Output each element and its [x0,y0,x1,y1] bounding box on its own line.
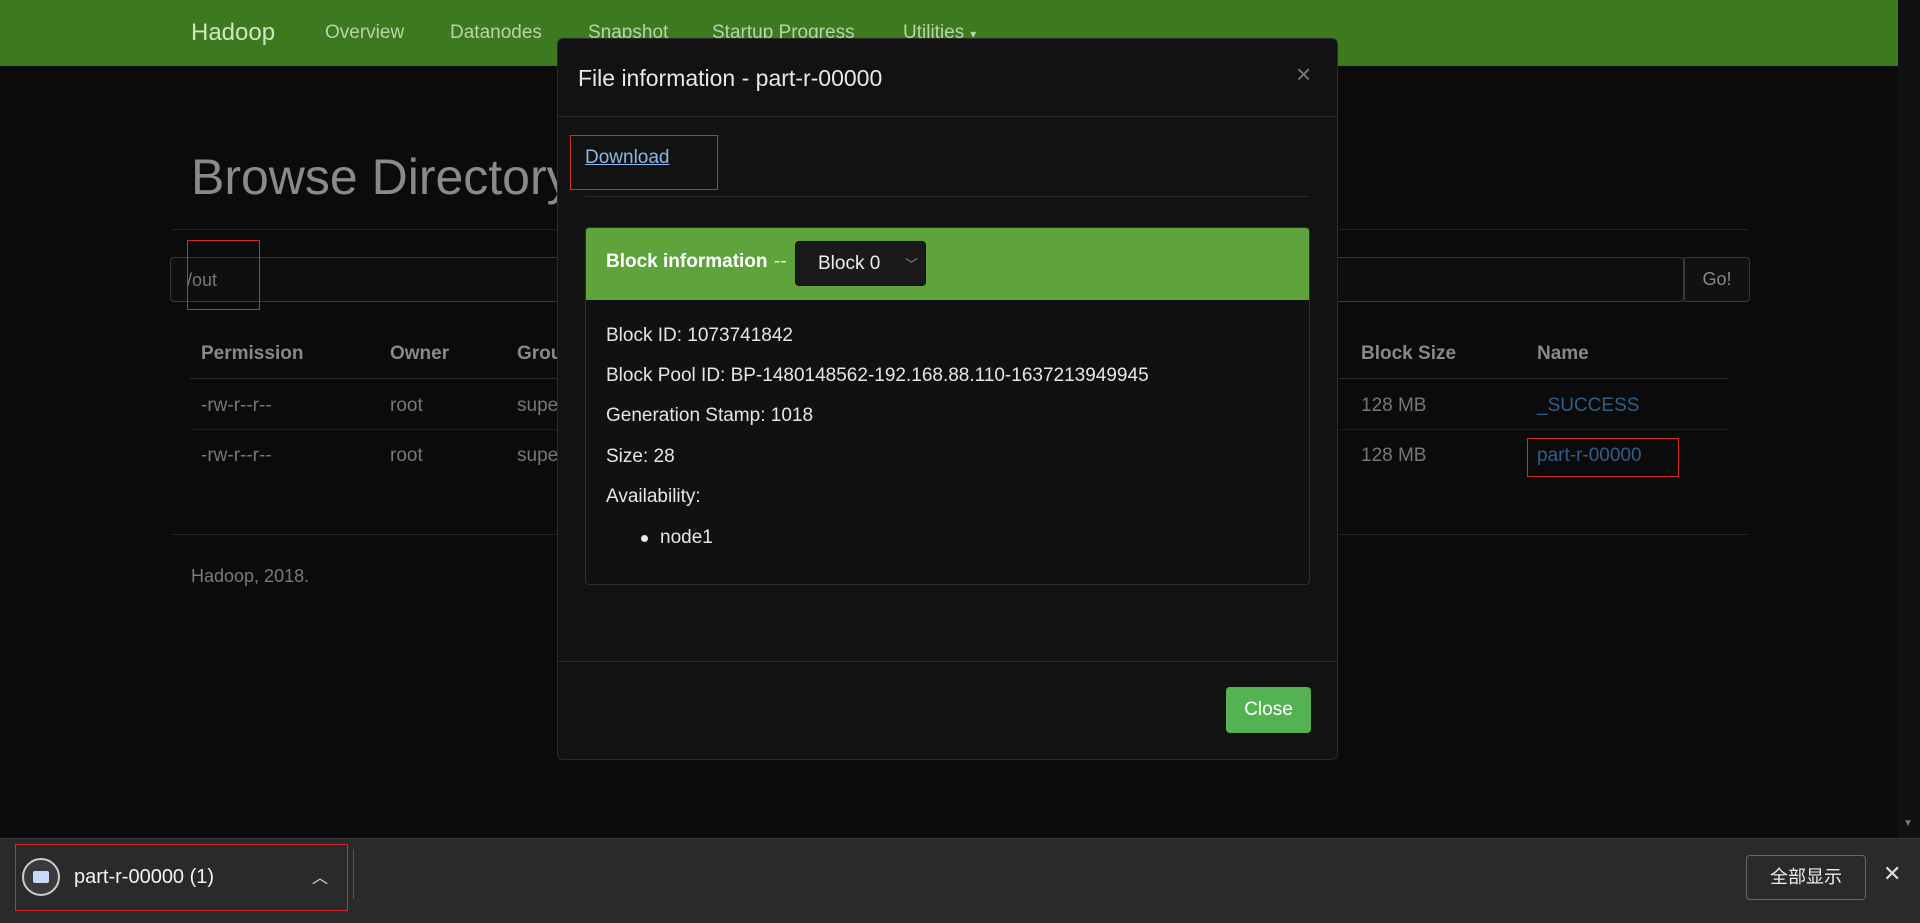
availability-node: node1 [660,527,713,548]
highlight-box-download [570,135,718,190]
hadoop-page: Hadoop Overview Datanodes Snapshot Start… [0,0,1920,838]
navbar-brand[interactable]: Hadoop [191,19,275,47]
column-header-block-size[interactable]: Block Size [1361,343,1456,365]
close-icon[interactable]: ✕ [1883,861,1901,887]
nav-item-overview[interactable]: Overview [325,22,404,44]
availability-label: Availability: [606,486,701,507]
cell-block-size: 128 MB [1361,445,1427,466]
nav-item-datanodes[interactable]: Datanodes [450,22,542,44]
close-icon[interactable]: × [1296,59,1311,90]
block-select[interactable]: Block 0 ﹀ [795,241,926,286]
cell-owner: root [390,445,423,466]
cell-group: supe [517,445,559,466]
go-button[interactable]: Go! [1684,257,1750,302]
modal-footer-divider [558,661,1337,662]
file-link-success[interactable]: _SUCCESS [1537,395,1639,417]
file-info-modal: File information - part-r-00000 × Downlo… [557,38,1338,760]
cell-owner: root [390,395,423,416]
footer-text: Hadoop, 2018. [191,566,310,586]
block-select-value: Block 0 [818,253,881,274]
download-divider [585,196,1309,197]
block-size-value: Size: 28 [606,446,675,467]
highlight-box-file [1527,438,1679,477]
block-info-header: Block information -- Block 0 ﹀ [586,228,1309,300]
block-id: Block ID: 1073741842 [606,325,793,346]
column-header-name[interactable]: Name [1537,343,1589,365]
download-bar-divider [353,849,354,899]
chevron-down-icon: ﹀ [905,257,919,272]
highlight-box-path [187,240,260,310]
close-button[interactable]: Close [1226,687,1311,733]
column-header-owner[interactable]: Owner [390,343,449,365]
modal-title: File information - part-r-00000 [578,65,883,91]
cell-group: supe [517,395,559,416]
cell-block-size: 128 MB [1361,395,1427,416]
highlight-box-download-item [15,844,348,911]
page-scrollbar[interactable] [1898,0,1920,838]
scroll-down-arrow-icon[interactable]: ▼ [1903,818,1913,829]
block-pool-id: Block Pool ID: BP-1480148562-192.168.88.… [606,365,1149,386]
cell-permission: -rw-r--r-- [201,395,272,416]
block-info-dash: -- [774,251,787,272]
page-title: Browse Directory [191,149,572,205]
generation-stamp: Generation Stamp: 1018 [606,405,814,426]
show-all-button[interactable]: 全部显示 [1746,855,1866,900]
block-info-label: Block information [606,251,768,272]
column-header-permission[interactable]: Permission [201,343,303,365]
download-bar: part-r-00000 (1) ︿ 全部显示 ✕ [0,838,1920,923]
block-info-panel: Block information -- Block 0 ﹀ Block ID:… [585,227,1310,585]
modal-header-divider [558,116,1337,117]
cell-permission: -rw-r--r-- [201,445,272,466]
bullet-icon [641,535,648,542]
